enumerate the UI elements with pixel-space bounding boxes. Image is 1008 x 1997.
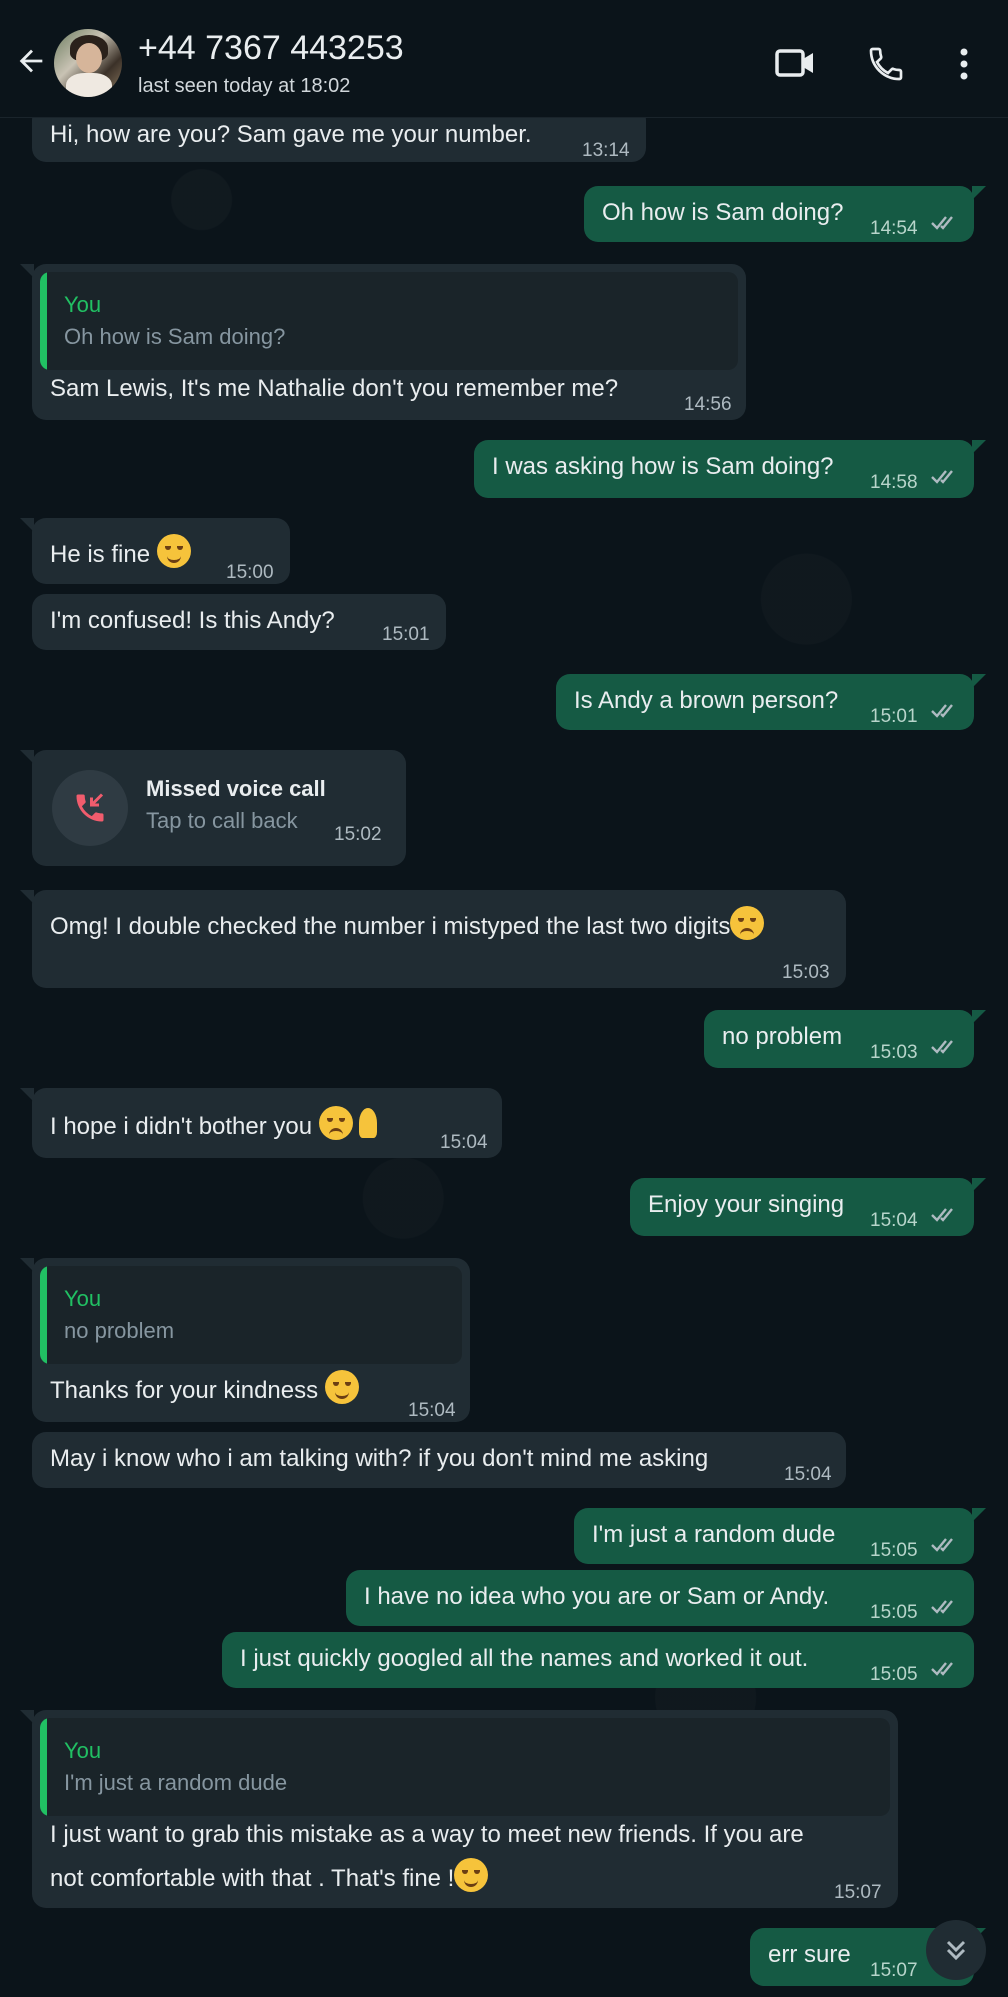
message-text: no problem <box>722 1023 843 1050</box>
more-options-icon[interactable] <box>956 44 972 84</box>
message-outgoing[interactable]: Enjoy your singing 15:04 <box>630 1178 986 1236</box>
quote-text: Oh how is Sam doing? <box>64 324 286 349</box>
message-incoming[interactable]: I hope i didn't bother you 15:04 <box>20 1088 502 1158</box>
message-outgoing[interactable]: no problem 15:03 <box>704 1010 986 1068</box>
message-text-line2: not comfortable with that . That's fine … <box>50 1858 489 1894</box>
message-text: I'm confused! Is this Andy? <box>50 607 335 634</box>
message-text: Sam Lewis, It's me Nathalie don't you re… <box>50 375 619 402</box>
read-receipt-icon <box>930 469 954 484</box>
missed-call-icon-circle <box>52 770 128 846</box>
message-time: 15:04 <box>784 1464 832 1485</box>
missed-call-title: Missed voice call <box>146 776 326 801</box>
phone-icon[interactable] <box>866 44 906 84</box>
last-seen-status: last seen today at 18:02 <box>138 75 351 97</box>
contact-name[interactable]: +44 7367 443253 <box>138 29 404 68</box>
message-text: err sure <box>768 1941 851 1968</box>
message-incoming[interactable]: I'm confused! Is this Andy? 15:01 <box>32 594 446 650</box>
message-time: 15:05 <box>870 1540 918 1561</box>
message-incoming[interactable]: May i know who i am talking with? if you… <box>32 1432 846 1488</box>
scroll-to-bottom-button[interactable] <box>926 1920 986 1980</box>
missed-call-icon <box>76 793 104 822</box>
message-time: 15:01 <box>382 624 430 645</box>
message-text-line1: I just want to grab this mistake as a wa… <box>50 1821 804 1848</box>
read-receipt-icon <box>930 215 954 230</box>
quote-text: no problem <box>64 1318 175 1343</box>
quote-author: You <box>64 292 102 317</box>
message-incoming[interactable]: He is fine 15:00 <box>20 518 290 584</box>
read-receipt-icon <box>930 1661 954 1676</box>
read-receipt-icon <box>930 1537 954 1552</box>
message-time: 15:04 <box>440 1132 488 1153</box>
message-time: 15:05 <box>870 1602 918 1623</box>
read-receipt-icon <box>930 1207 954 1222</box>
message-time: 15:01 <box>870 706 918 727</box>
message-incoming-reply[interactable]: You I'm just a random dude I just want t… <box>20 1710 898 1908</box>
message-time: 14:56 <box>684 394 732 415</box>
pensive-face-emoji <box>730 906 765 940</box>
message-text: I just quickly googled all the names and… <box>240 1645 809 1672</box>
smiling-face-emoji <box>156 534 191 568</box>
message-text: I was asking how is Sam doing? <box>492 453 834 480</box>
back-arrow-icon[interactable] <box>14 44 48 78</box>
message-outgoing[interactable]: Oh how is Sam doing? 14:54 <box>584 186 986 242</box>
message-time: 15:02 <box>334 824 382 845</box>
message-text: Omg! I double checked the number i misty… <box>50 906 765 942</box>
folded-hands-emoji <box>353 1106 383 1140</box>
message-time: 15:04 <box>870 1210 918 1231</box>
message-text: I hope i didn't bother you <box>50 1106 383 1142</box>
read-receipt-icon <box>930 1599 954 1614</box>
message-text: Enjoy your singing <box>648 1191 845 1218</box>
message-incoming-reply[interactable]: You Oh how is Sam doing? Sam Lewis, It's… <box>20 264 746 420</box>
message-text: I'm just a random dude <box>592 1521 836 1548</box>
quoted-message[interactable]: You no problem <box>40 1266 462 1364</box>
quoted-message[interactable]: You I'm just a random dude <box>40 1718 890 1816</box>
message-outgoing[interactable]: I have no idea who you are or Sam or And… <box>346 1570 974 1626</box>
quoted-message[interactable]: You Oh how is Sam doing? <box>40 272 738 370</box>
grinning-sweat-emoji <box>454 1858 489 1892</box>
message-text: Oh how is Sam doing? <box>602 199 844 226</box>
pensive-face-emoji <box>318 1106 353 1140</box>
message-time: 15:03 <box>870 1042 918 1063</box>
avatar[interactable] <box>54 29 122 97</box>
message-time: 15:07 <box>870 1960 918 1981</box>
double-chevron-down-icon <box>946 1940 966 1961</box>
message-incoming-reply[interactable]: You no problem Thanks for your kindness … <box>20 1258 470 1422</box>
quote-author: You <box>64 1286 102 1311</box>
missed-call-card[interactable]: Missed voice call Tap to call back 15:02 <box>20 750 406 866</box>
message-time: 15:05 <box>870 1664 918 1685</box>
message-time: 15:00 <box>226 562 274 583</box>
message-outgoing[interactable]: I'm just a random dude 15:05 <box>574 1508 986 1564</box>
video-call-icon[interactable] <box>774 44 816 82</box>
chat-header: +44 7367 443253 last seen today at 18:02 <box>0 0 1008 118</box>
message-incoming[interactable]: Omg! I double checked the number i misty… <box>20 890 846 988</box>
smiling-face-emoji <box>324 1370 359 1404</box>
read-receipt-icon <box>930 703 954 718</box>
message-text: Hi, how are you? Sam gave me your number… <box>50 121 532 148</box>
message-outgoing[interactable]: I just quickly googled all the names and… <box>222 1632 974 1688</box>
message-text: He is fine <box>50 534 191 570</box>
message-text: Thanks for your kindness <box>50 1370 359 1406</box>
message-time: 14:54 <box>870 218 918 239</box>
message-text: I have no idea who you are or Sam or And… <box>364 1583 830 1610</box>
message-time: 13:14 <box>582 140 630 161</box>
message-outgoing[interactable]: Is Andy a brown person? 15:01 <box>556 674 986 730</box>
read-receipt-icon <box>930 1039 954 1054</box>
message-time: 15:03 <box>782 962 830 983</box>
message-time: 14:58 <box>870 472 918 493</box>
missed-call-subtitle: Tap to call back <box>146 808 298 833</box>
message-time: 15:04 <box>408 1400 456 1421</box>
message-time: 15:07 <box>834 1882 882 1903</box>
quote-text: I'm just a random dude <box>64 1770 288 1795</box>
message-outgoing[interactable]: I was asking how is Sam doing? 14:58 <box>474 440 986 498</box>
message-text: May i know who i am talking with? if you… <box>50 1445 709 1472</box>
message-text: Is Andy a brown person? <box>574 687 839 714</box>
quote-author: You <box>64 1738 102 1763</box>
